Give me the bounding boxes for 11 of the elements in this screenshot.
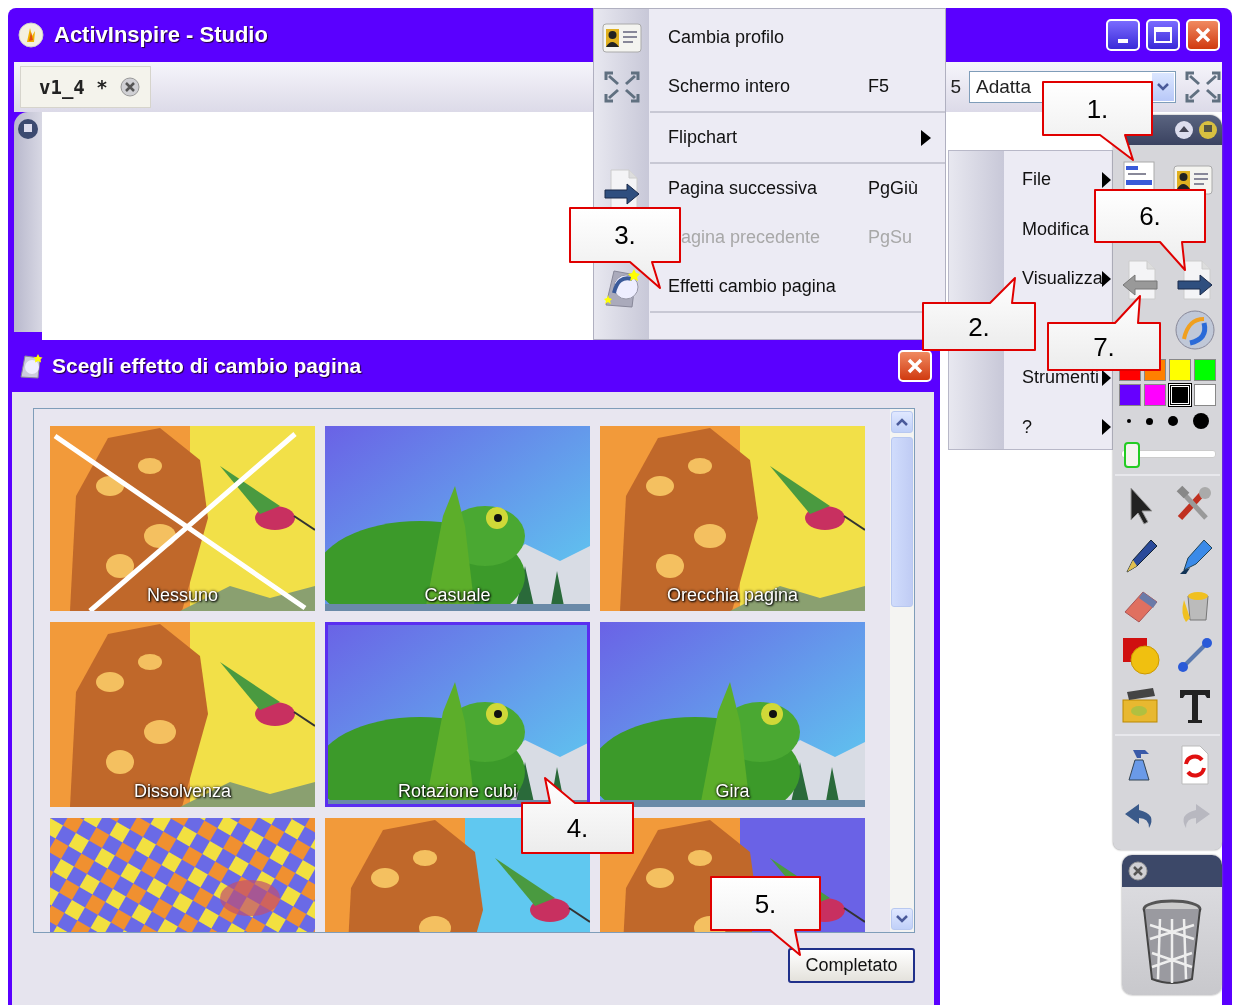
shortcut-text: 5 (949, 76, 962, 98)
effect-label: Rotazione cubi (396, 781, 519, 802)
window-title: ActivInspire - Studio (54, 22, 268, 48)
callout-tooltip: 4. (520, 776, 635, 855)
callout-tooltip: 1. (1041, 80, 1154, 162)
effect-label: Casuale (423, 585, 492, 606)
callout-tooltip: 6. (1093, 188, 1207, 272)
callout-tooltip: 5. (709, 875, 822, 957)
effect-label: Gira (714, 781, 751, 802)
callout-tooltip: 7. (1046, 294, 1162, 372)
dialog-title: Scegli effetto di cambio pagina (52, 354, 363, 378)
